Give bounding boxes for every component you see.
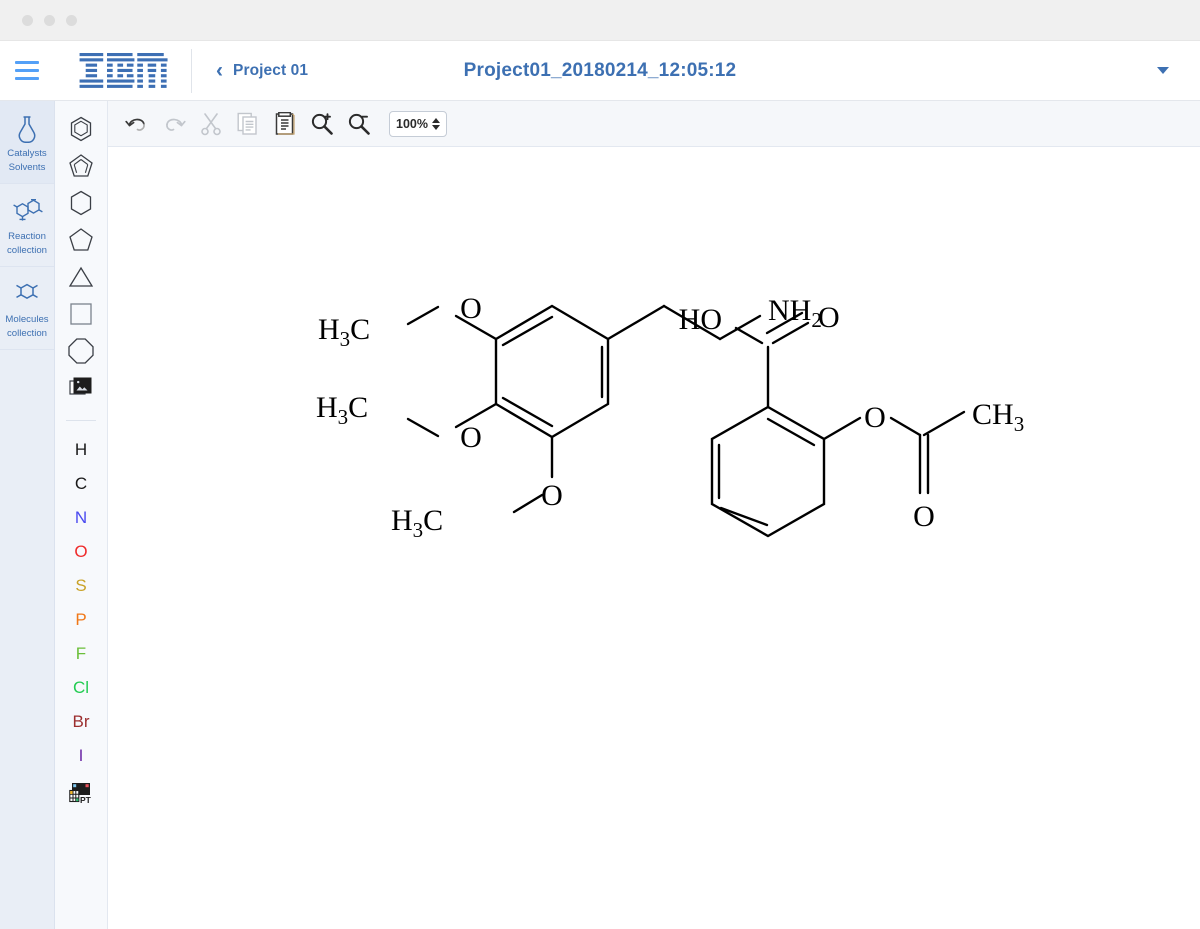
up-down-arrows-icon — [431, 117, 440, 130]
molecule-mescaline — [406, 304, 762, 514]
element-symbol: H — [74, 440, 88, 459]
template-image-tool[interactable] — [61, 369, 101, 406]
atom-label-h3c: H3C — [391, 504, 443, 542]
atom-label-h3c: H3C — [318, 313, 370, 351]
redo-button[interactable] — [158, 108, 190, 140]
main-body: Catalysts Solvents Reaction collection M… — [0, 101, 1200, 929]
back-link-label: Project 01 — [233, 61, 309, 79]
sidebar-item-reaction-collection[interactable]: Reaction collection — [0, 184, 54, 267]
sidebar-label-line2: Solvents — [8, 161, 46, 173]
atom-label-ho: HO — [679, 303, 722, 336]
sidebar-item-catalysts-solvents[interactable]: Catalysts Solvents — [0, 101, 54, 184]
reaction-molecules-icon — [10, 195, 44, 228]
page-title: Project01_20180214_12:05:12 — [463, 59, 737, 81]
atom-label-o: O — [913, 500, 935, 533]
cyclopentane-tool[interactable] — [61, 221, 101, 258]
sidebar-label-line1: Molecules — [5, 314, 49, 325]
atom-label-o: O — [864, 401, 886, 434]
element-tool-h[interactable]: H — [61, 433, 101, 467]
zoom-level-stepper[interactable]: 100% — [389, 110, 447, 137]
sidebar-item-molecules-collection[interactable]: Molecules collection — [0, 267, 54, 350]
caret-down-icon — [1157, 67, 1169, 74]
window-maximize-button[interactable] — [66, 14, 77, 26]
header-dropdown-button[interactable] — [1150, 58, 1176, 84]
app-header: ‹ Project 01 Project01_20180214_12:05:12 — [0, 41, 1200, 101]
hamburger-menu-icon[interactable] — [0, 41, 54, 101]
paste-button[interactable] — [269, 108, 301, 140]
undo-button[interactable] — [121, 108, 153, 140]
benzene-tool[interactable] — [61, 110, 101, 147]
sidebar-label-line1: Catalysts — [7, 148, 47, 159]
element-symbol: S — [75, 576, 87, 595]
cyclobutane-tool[interactable] — [61, 295, 101, 332]
rail-empty-space — [0, 350, 54, 929]
element-tool-cl[interactable]: Cl — [61, 671, 101, 705]
element-tool-s[interactable]: S — [61, 569, 101, 603]
element-symbol: I — [78, 746, 84, 765]
periodic-table-tool[interactable]: PT — [61, 775, 101, 811]
atom-label-ch3: CH3 — [972, 398, 1024, 436]
element-tool-o[interactable]: O — [61, 535, 101, 569]
header-divider — [191, 48, 192, 93]
window-titlebar — [0, 0, 1200, 41]
chevron-left-icon: ‹ — [216, 59, 223, 82]
sidebar-label-line2: collection — [7, 244, 47, 256]
zoom-in-button[interactable] — [306, 108, 338, 140]
cyclohexane-tool[interactable] — [61, 184, 101, 221]
element-symbol: Br — [72, 712, 90, 731]
atom-label-h3c: H3C — [316, 391, 368, 429]
cyclopentadiene-tool[interactable] — [61, 147, 101, 184]
window-minimize-button[interactable] — [44, 14, 55, 26]
benzene-ring-icon — [11, 278, 43, 311]
element-tool-n[interactable]: N — [61, 501, 101, 535]
atom-label-o: O — [460, 421, 482, 454]
element-tool-i[interactable]: I — [61, 739, 101, 773]
element-tool-c[interactable]: C — [61, 467, 101, 501]
element-tool-br[interactable]: Br — [61, 705, 101, 739]
element-tool-f[interactable]: F — [61, 637, 101, 671]
element-tool-p[interactable]: P — [61, 603, 101, 637]
element-symbol: C — [74, 474, 88, 493]
edit-toolbar: 100% — [108, 101, 1200, 147]
left-nav-rail: Catalysts Solvents Reaction collection M… — [0, 101, 55, 929]
zoom-level-value: 100% — [396, 116, 428, 131]
cyclopropane-tool[interactable] — [61, 258, 101, 295]
sidebar-label-line1: Reaction — [8, 231, 46, 242]
element-symbol: Cl — [72, 678, 90, 697]
tool-palette: H C N O S P F Cl Br I PT — [55, 101, 108, 929]
atom-label-o: O — [818, 301, 840, 334]
zoom-out-button[interactable] — [343, 108, 375, 140]
copy-button[interactable] — [232, 108, 264, 140]
flask-icon — [14, 112, 40, 145]
atom-label-o: O — [460, 292, 482, 325]
ibm-logo — [77, 53, 172, 88]
palette-divider — [66, 420, 96, 421]
back-to-project-link[interactable]: ‹ Project 01 — [216, 60, 308, 81]
window-close-button[interactable] — [22, 14, 33, 26]
sidebar-label-line2: collection — [7, 327, 47, 339]
element-symbol: P — [75, 610, 87, 629]
element-symbol: O — [74, 542, 88, 561]
cut-button[interactable] — [195, 108, 227, 140]
atom-label-nh2: NH2 — [768, 294, 822, 332]
editor-column: 100% O H3C O H3C O H3C NH2 HO O O O CH3 — [108, 101, 1200, 929]
molecule-canvas[interactable]: O H3C O H3C O H3C NH2 HO O O O CH3 — [108, 147, 1200, 929]
element-symbol: N — [74, 508, 88, 527]
atom-label-o: O — [541, 479, 563, 512]
svg-text:PT: PT — [80, 795, 92, 805]
mescaline-atom-labels: O H3C O H3C O H3C NH2 — [316, 292, 822, 542]
aspirin-atom-labels: HO O O O CH3 — [679, 301, 1025, 533]
cyclooctane-tool[interactable] — [61, 332, 101, 369]
element-symbol: F — [75, 644, 87, 663]
